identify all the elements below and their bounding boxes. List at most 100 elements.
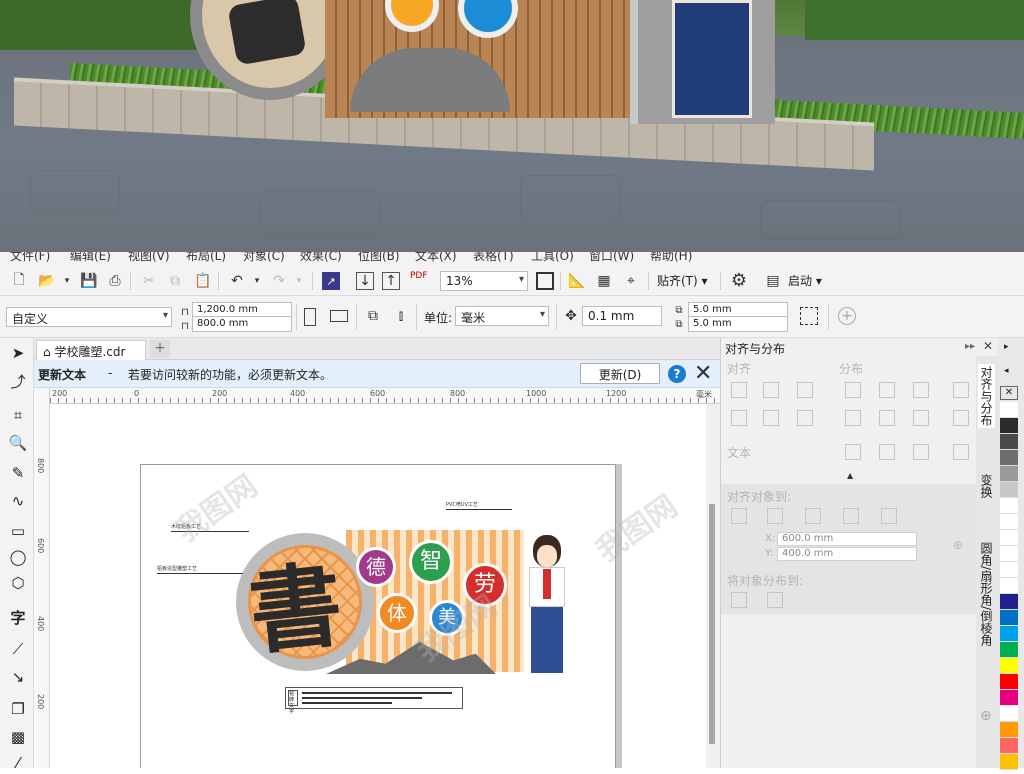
close-icon[interactable]: ✕ — [694, 361, 712, 386]
page-frame-icon[interactable] — [800, 307, 818, 325]
side-tab-corners[interactable]: 圆角/扇形角/倒棱角 — [978, 542, 995, 646]
crop-tool-icon[interactable]: ⌗ — [7, 404, 29, 426]
color-swatch[interactable] — [1000, 626, 1018, 642]
artistic-media-icon[interactable]: ∿ — [7, 490, 29, 512]
color-swatch[interactable] — [1000, 562, 1018, 578]
palette-scroll-up-icon[interactable]: ▸ — [1004, 342, 1009, 352]
color-swatch[interactable] — [1000, 450, 1018, 466]
print-icon[interactable]: ⎙ — [106, 272, 124, 290]
ellipse-tool-icon[interactable]: ◯ — [7, 546, 29, 568]
portrait-icon[interactable] — [304, 308, 316, 326]
text-bbox-icon[interactable] — [913, 444, 929, 460]
distribute-middle-icon[interactable] — [879, 410, 895, 426]
export-icon[interactable]: ↑ — [382, 272, 400, 290]
menu-table[interactable]: 表格(T) — [473, 252, 514, 264]
text-baseline-last-icon[interactable] — [879, 444, 895, 460]
palette-flyout-icon[interactable]: ◂ — [1004, 366, 1009, 376]
page-height-field[interactable]: 800.0 mm — [192, 316, 292, 332]
virtue-circle-de[interactable]: 德 — [356, 547, 396, 587]
distribute-left-icon[interactable] — [845, 382, 861, 398]
side-tab-align[interactable]: 对齐与分布 — [978, 364, 995, 428]
duplicate-y-field[interactable]: 5.0 mm — [688, 316, 788, 332]
side-tab-transform[interactable]: 变换 — [978, 474, 995, 498]
menu-tools[interactable]: 工具(O) — [531, 252, 574, 264]
transparency-icon[interactable]: ▩ — [7, 726, 29, 748]
menu-help[interactable]: 帮助(H) — [650, 252, 692, 264]
document-tab[interactable]: ⌂ 学校雕塑.cdr — [36, 340, 146, 360]
add-preset-icon[interactable]: + — [838, 307, 856, 325]
zoom-level-field[interactable]: 13% ▾ — [440, 271, 528, 291]
undo-dropdown-icon[interactable]: ▾ — [248, 272, 266, 290]
color-swatch[interactable] — [1000, 642, 1018, 658]
pick-tool-icon[interactable]: ➤ — [7, 342, 29, 364]
calligraphy-glyph[interactable]: 書 — [242, 531, 347, 673]
search-content-icon[interactable]: ↗ — [322, 272, 340, 290]
launch-menu[interactable]: 启动 ▾ — [788, 272, 822, 289]
chevron-down-icon[interactable]: ▾ — [58, 272, 76, 290]
docker-close-icon[interactable]: ✕ — [983, 339, 993, 353]
rectangle-tool-icon[interactable]: ▭ — [7, 520, 29, 542]
pick-point-icon[interactable]: ⊕ — [953, 538, 963, 552]
gear-icon[interactable]: ⚙ — [730, 270, 748, 291]
no-color-swatch[interactable]: ✕ — [1000, 386, 1018, 400]
menu-text[interactable]: 文本(X) — [415, 252, 457, 264]
distribute-bottom-icon[interactable] — [913, 410, 929, 426]
add-docker-icon[interactable]: ⊕ — [980, 708, 992, 724]
parallel-dimension-icon[interactable]: ⟋ — [7, 638, 29, 660]
color-swatch[interactable] — [1000, 530, 1018, 546]
new-tab-button[interactable]: + — [150, 340, 170, 358]
menu-layout[interactable]: 布局(L) — [186, 252, 226, 264]
color-swatch[interactable] — [1000, 402, 1018, 418]
text-baseline-first-icon[interactable] — [845, 444, 861, 460]
document-page[interactable]: 書 德 智 劳 体 美 木纹铝板工艺 铝板造型雕塑工艺 PVC喷UV工艺 铭牌文… — [140, 464, 616, 768]
new-document-icon[interactable]: 🗋 — [10, 272, 28, 290]
align-left-icon[interactable] — [731, 382, 747, 398]
color-swatch[interactable] — [1000, 610, 1018, 626]
distribute-right-icon[interactable] — [913, 382, 929, 398]
page-edge-icon[interactable] — [767, 508, 783, 524]
menu-window[interactable]: 窗口(W) — [589, 252, 634, 264]
align-bottom-icon[interactable] — [797, 410, 813, 426]
align-x-field[interactable]: 600.0 mm — [777, 532, 917, 546]
nudge-distance-field[interactable]: 0.1 mm — [582, 306, 662, 326]
export-pdf-icon[interactable]: PDF — [410, 271, 428, 281]
page-center-icon[interactable] — [805, 508, 821, 524]
nameplate[interactable]: 铭牌文字 — [285, 687, 463, 715]
page-size-preset[interactable]: 自定义 ▾ — [6, 307, 172, 327]
virtue-circle-zhi[interactable]: 智 — [409, 540, 453, 584]
all-pages-icon[interactable]: ⧉ — [364, 307, 382, 325]
align-right-icon[interactable] — [797, 382, 813, 398]
align-top-icon[interactable] — [731, 410, 747, 426]
zoom-tool-icon[interactable]: 🔍 — [7, 432, 29, 454]
text-outline-icon[interactable] — [953, 444, 969, 460]
snap-to-menu[interactable]: 贴齐(T) ▾ — [657, 272, 708, 289]
color-swatch[interactable] — [1000, 482, 1018, 498]
update-text-button[interactable]: 更新(D) — [580, 363, 660, 384]
student-skirt[interactable] — [531, 607, 563, 673]
text-tool-icon[interactable]: 字 — [7, 606, 29, 628]
shape-tool-icon[interactable]: ⤴ — [7, 370, 29, 392]
save-icon[interactable]: 💾 — [80, 272, 98, 290]
align-y-field[interactable]: 400.0 mm — [777, 547, 917, 561]
distribute-space-h-icon[interactable] — [953, 382, 969, 398]
menu-file[interactable]: 文件(F) — [10, 252, 50, 264]
drawing-canvas[interactable]: 書 德 智 劳 体 美 木纹铝板工艺 铝板造型雕塑工艺 PVC喷UV工艺 铭牌文… — [50, 404, 706, 768]
current-page-icon[interactable]: ⫾ — [392, 307, 410, 325]
specified-point-icon[interactable] — [881, 508, 897, 524]
scrollbar-thumb[interactable] — [709, 504, 715, 744]
callout-line[interactable] — [171, 531, 249, 532]
redo-icon[interactable]: ↷ — [270, 272, 288, 290]
active-objects-icon[interactable] — [731, 508, 747, 524]
polygon-tool-icon[interactable]: ⬡ — [7, 572, 29, 594]
color-swatch[interactable] — [1000, 738, 1018, 754]
show-grid-icon[interactable]: ▦ — [595, 272, 613, 290]
menu-bitmaps[interactable]: 位图(B) — [358, 252, 400, 264]
open-folder-icon[interactable]: 📂 — [38, 272, 56, 290]
menu-effects[interactable]: 效果(C) — [300, 252, 342, 264]
eyedropper-icon[interactable]: ⁄ — [7, 752, 29, 774]
color-swatch[interactable] — [1000, 434, 1018, 450]
import-icon[interactable]: ↓ — [356, 272, 374, 290]
freehand-tool-icon[interactable]: ✎ — [7, 462, 29, 484]
copy-icon[interactable]: ⧉ — [166, 272, 184, 290]
distribute-selection-icon[interactable] — [731, 592, 747, 608]
